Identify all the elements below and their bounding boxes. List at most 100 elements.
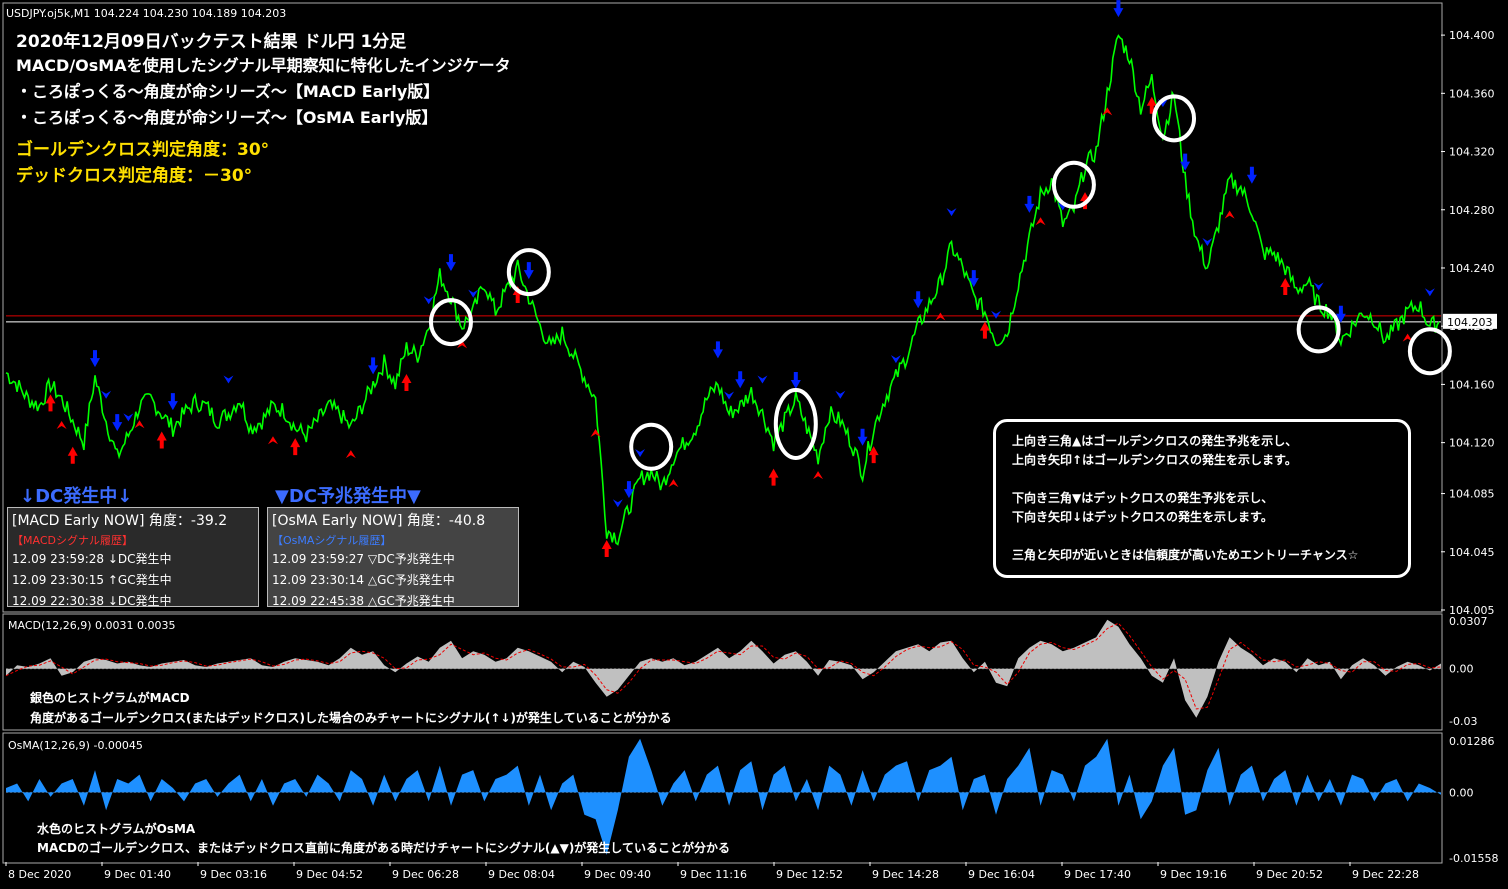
indicator-y-label: 0.01286 [1449, 735, 1495, 748]
dc-arrow [167, 393, 178, 411]
osma-note-2: MACDのゴールデンクロス、またはデッドクロス直前に角度がある時だけチャートにシ… [37, 841, 730, 855]
dc-arrow [857, 428, 868, 446]
gc-omen-triangle [345, 450, 356, 459]
dc-arrow [735, 371, 746, 389]
y-tick-label: 104.280 [1449, 204, 1495, 217]
gc-arrow [156, 431, 167, 449]
gc-arrow [601, 539, 612, 557]
highlight-circle [1152, 94, 1197, 143]
x-tick-label: 9 Dec 01:40 [104, 868, 171, 881]
dc-arrow [1024, 195, 1035, 213]
osma-panel-sub: 【OsMAシグナル履歴】 [272, 534, 392, 547]
gc-arrow [290, 438, 301, 456]
macd-note-2: 角度があるゴールデンクロス(またはデッドクロス)した場合のみチャートにシグナル(… [30, 711, 672, 725]
osma-history-row: 12.09 22:45:38 △GC予兆発生中 [272, 594, 455, 608]
macd-note-1: 銀色のヒストグラムがMACD [30, 691, 190, 705]
x-tick-label: 9 Dec 06:28 [392, 868, 459, 881]
indicator-y-label: 0.00 [1449, 663, 1474, 676]
x-tick-label: 9 Dec 08:04 [488, 868, 555, 881]
indicator-title: MACD(12,26,9) 0.0031 0.0035 [8, 619, 176, 632]
title-line1: 2020年12月09日バックテスト結果 ドル円 1分足 [16, 32, 407, 52]
x-tick-label: 9 Dec 14:28 [872, 868, 939, 881]
title-line4: ・ころぽっくる～角度が命シリーズ～【OsMA Early版】 [16, 108, 438, 127]
highlight-circle [1051, 160, 1096, 209]
dc-arrow [523, 262, 534, 280]
x-tick-label: 9 Dec 03:16 [200, 868, 267, 881]
dc-arrow [445, 254, 456, 272]
current-price-label: 104.203 [1447, 316, 1493, 329]
dc-omen-triangle [123, 413, 134, 422]
y-tick-label: 104.160 [1449, 378, 1495, 391]
gc-omen-triangle [668, 479, 679, 488]
gc-angle: ゴールデンクロス判定角度：30° [16, 140, 270, 160]
dc-arrow [112, 414, 123, 432]
symbol-info: USDJPY.oj5k,M1 104.224 104.230 104.189 1… [6, 7, 287, 20]
legend-line: 下向き三角▼はデットクロスの発生予兆を示し、 [1012, 491, 1274, 505]
macd-status: ↓DC発生中↓ [20, 486, 133, 507]
x-tick-label: 9 Dec 20:52 [1256, 868, 1323, 881]
dc-omen-triangle [757, 375, 768, 384]
dc-arrow [1246, 166, 1257, 184]
dc-omen-triangle [223, 375, 234, 384]
x-tick-label: 9 Dec 19:16 [1160, 868, 1227, 881]
y-tick-label: 104.360 [1449, 87, 1495, 100]
dc-arrow [712, 341, 723, 359]
legend-line: 上向き三角▲はゴールデンクロスの発生予兆を示し、 [1012, 434, 1298, 448]
legend-line: 上向き矢印↑はゴールデンクロスの発生を示します。 [1012, 453, 1297, 467]
macd-info-panel: [MACD Early NOW] 角度：-39.2 【MACDシグナル履歴】 1… [7, 507, 259, 608]
x-tick-label: 9 Dec 09:40 [584, 868, 651, 881]
dc-omen-triangle [1202, 237, 1213, 246]
indicator-title: OsMA(12,26,9) -0.00045 [8, 739, 143, 752]
highlight-circle [629, 422, 674, 471]
y-tick-label: 104.400 [1449, 29, 1495, 42]
indicator-y-label: 0.0307 [1449, 615, 1488, 628]
dc-omen-triangle [635, 449, 646, 458]
gc-omen-triangle [56, 420, 67, 429]
dc-arrow [790, 371, 801, 389]
indicator-y-label: -0.01558 [1449, 852, 1498, 865]
osma-info-panel: [OsMA Early NOW] 角度：-40.8 【OsMAシグナル履歴】 1… [267, 507, 519, 608]
gc-omen-triangle [935, 312, 946, 321]
y-tick-label: 104.120 [1449, 437, 1495, 450]
macd-histogram [6, 619, 1441, 718]
y-tick-label: 104.045 [1449, 546, 1495, 559]
x-tick-label: 9 Dec 11:16 [680, 868, 747, 881]
x-tick-label: 9 Dec 16:04 [968, 868, 1035, 881]
gc-omen-triangle [1035, 217, 1046, 226]
gc-arrow [45, 394, 56, 412]
gc-omen-triangle [267, 436, 278, 445]
dc-angle: デッドクロス判定角度：－30° [16, 166, 253, 186]
title-line2: MACD/OsMAを使用したシグナル早期察知に特化したインジケータ [16, 56, 511, 75]
dc-arrow [368, 357, 379, 375]
osma-note-1: 水色のヒストグラムがOsMA [37, 822, 196, 836]
osma-status: ▼DC予兆発生中▼ [275, 486, 421, 507]
indicator-y-label: -0.03 [1449, 715, 1477, 728]
osma-panel-head: [OsMA Early NOW] 角度：-40.8 [272, 513, 486, 529]
title-line3: ・ころぽっくる～角度が命シリーズ～【MACD Early版】 [16, 82, 440, 101]
indicator-y-label: 0.00 [1449, 786, 1474, 799]
signal-legend: 上向き三角▲はゴールデンクロスの発生予兆を示し、 上向き矢印↑はゴールデンクロス… [993, 419, 1411, 578]
x-tick-label: 8 Dec 2020 [8, 868, 71, 881]
gc-omen-triangle [134, 420, 145, 429]
x-tick-label: 9 Dec 22:28 [1352, 868, 1419, 881]
gc-arrow [1280, 277, 1291, 295]
osma-histogram [6, 738, 1441, 855]
dc-omen-triangle [991, 310, 1002, 319]
dc-omen-triangle [101, 390, 112, 399]
macd-panel-sub: 【MACDシグナル履歴】 [12, 534, 133, 547]
osma-history-row: 12.09 23:59:27 ▽DC予兆発生中 [272, 552, 455, 566]
gc-arrow [768, 468, 779, 486]
osma-history-row: 12.09 23:30:14 △GC予兆発生中 [272, 573, 455, 587]
macd-history-row: 12.09 22:30:38 ↓DC発生中 [12, 594, 172, 608]
dc-omen-triangle [1313, 282, 1324, 291]
dc-omen-triangle [468, 289, 479, 298]
dc-arrow [913, 291, 924, 309]
y-tick-label: 104.240 [1449, 262, 1495, 275]
gc-arrow [401, 374, 412, 392]
dc-omen-triangle [612, 499, 623, 508]
macd-panel-head: [MACD Early NOW] 角度：-39.2 [12, 513, 228, 529]
dc-omen-triangle [423, 296, 434, 305]
chart-window: 104.400 104.360 104.320 104.280 104.240 104.2… [0, 0, 1508, 889]
dc-omen-triangle [724, 391, 735, 400]
dc-omen-triangle [946, 208, 957, 217]
